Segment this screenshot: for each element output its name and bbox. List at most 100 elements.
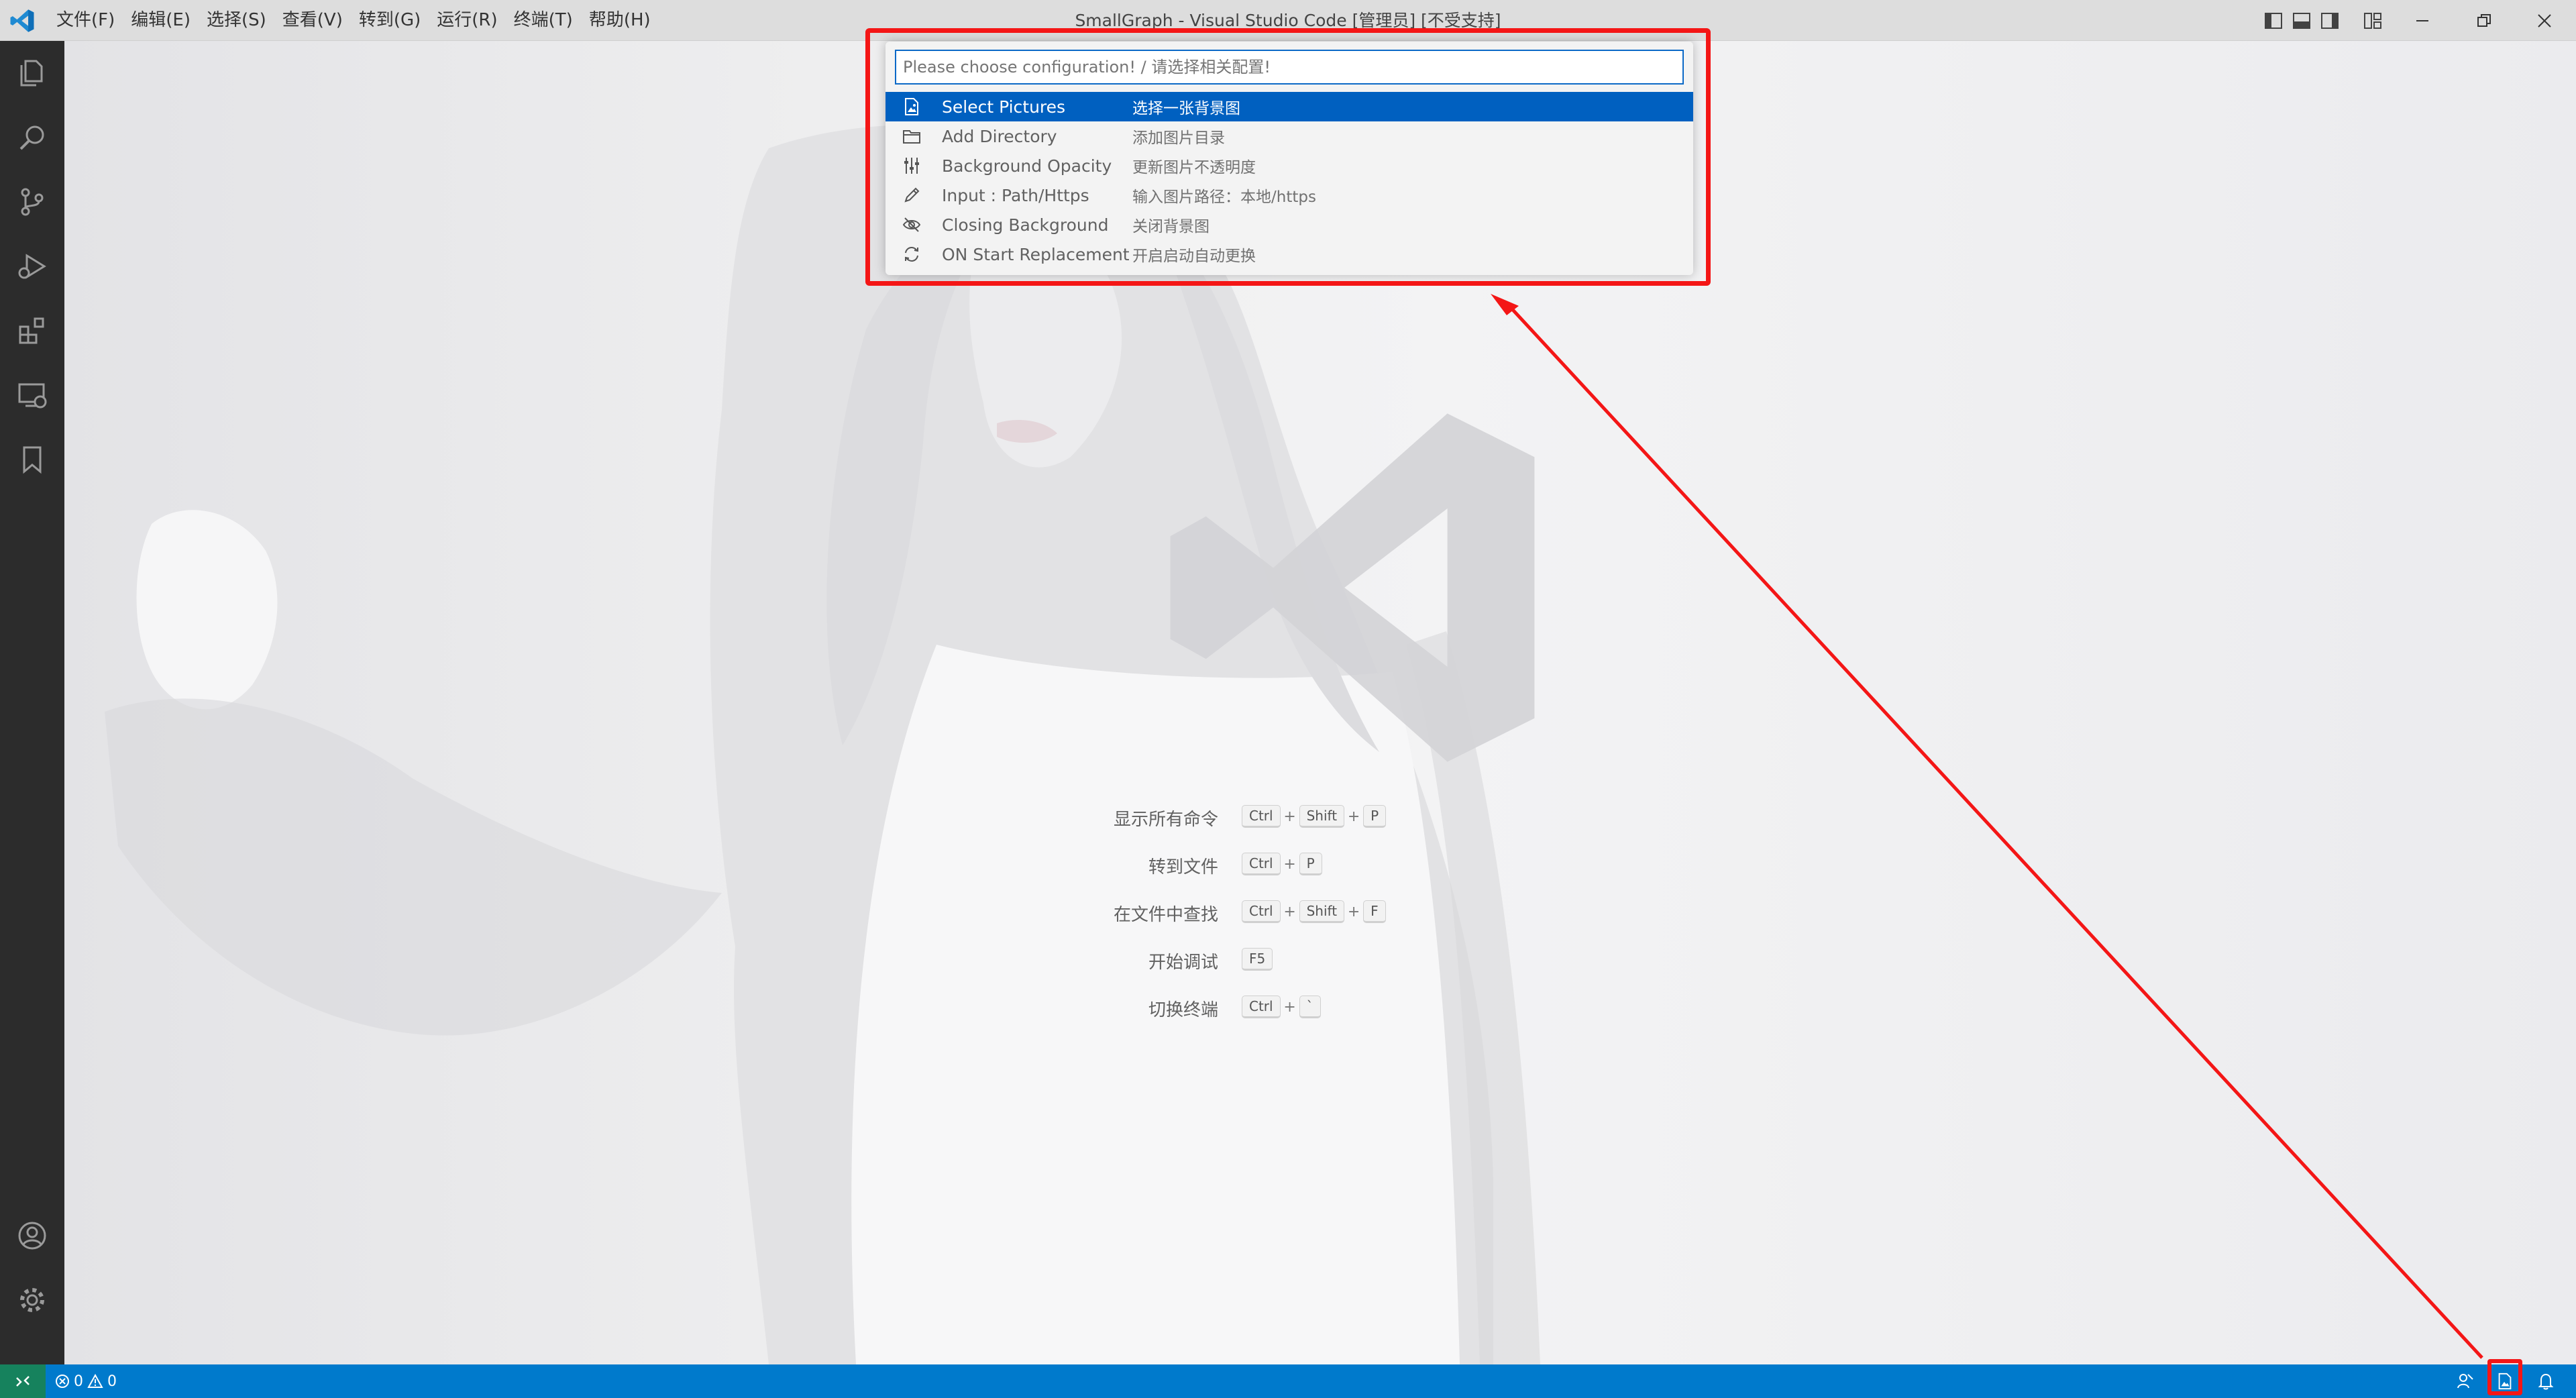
run-debug-icon xyxy=(18,254,46,279)
key-cap: P xyxy=(1299,853,1322,875)
source-control-icon xyxy=(21,188,44,216)
sidebar-right-icon xyxy=(2321,13,2339,29)
activity-source-control[interactable] xyxy=(0,170,64,234)
quick-pick-item-closing-background[interactable]: Closing Background 关闭背景图 xyxy=(885,210,1693,239)
keybinding: Ctrl + P xyxy=(1242,853,1322,875)
activity-search[interactable] xyxy=(0,105,64,170)
search-icon xyxy=(19,125,44,150)
image-file-icon xyxy=(905,98,918,115)
close-window-button[interactable] xyxy=(2508,0,2576,41)
key-cap: F5 xyxy=(1242,948,1273,971)
shortcut-go-to-file[interactable]: 转到文件 Ctrl + P xyxy=(970,847,1574,887)
quick-pick-item-description: 选择一张背景图 xyxy=(1132,100,1240,117)
quick-pick-item-label: Select Pictures xyxy=(942,97,1066,117)
bookmark-icon xyxy=(23,446,42,474)
sync-icon xyxy=(905,247,918,262)
quick-pick-item-description: 更新图片不透明度 xyxy=(1132,159,1256,176)
live-share-button[interactable] xyxy=(2451,1367,2479,1395)
warning-count: 0 xyxy=(107,1373,117,1390)
status-bar: 0 0 xyxy=(0,1364,2576,1398)
toggle-secondary-sidebar-button[interactable] xyxy=(2316,7,2344,35)
shortcut-show-all-commands[interactable]: 显示所有命令 Ctrl + Shift + P xyxy=(970,799,1574,839)
key-cap: P xyxy=(1363,805,1387,828)
feedback-icon xyxy=(2457,1374,2473,1389)
shortcut-label: 切换终端 xyxy=(1148,1000,1218,1020)
vscode-logo-icon[interactable] xyxy=(9,8,35,34)
remote-indicator-button[interactable] xyxy=(0,1364,46,1398)
activity-manage[interactable] xyxy=(0,1268,64,1332)
remote-icon xyxy=(16,1376,30,1387)
menu-help[interactable]: 帮助(H) xyxy=(581,0,659,41)
quick-pick-item-label: Background Opacity xyxy=(942,156,1112,176)
shortcut-label: 显示所有命令 xyxy=(1113,810,1218,830)
menu-selection[interactable]: 选择(S) xyxy=(199,0,274,41)
quick-pick-item-on-start-replacement[interactable]: ON Start Replacement 开启启动自动更换 xyxy=(885,239,1693,269)
activity-accounts[interactable] xyxy=(0,1203,64,1268)
menu-edit[interactable]: 编辑(E) xyxy=(123,0,199,41)
extensions-icon xyxy=(19,317,44,344)
restore-icon xyxy=(2477,13,2491,27)
account-icon xyxy=(18,1222,46,1250)
quick-pick-input[interactable] xyxy=(895,50,1684,85)
warning-icon xyxy=(87,1374,103,1388)
shortcut-label: 在文件中查找 xyxy=(1113,905,1218,925)
folder-icon xyxy=(903,130,920,144)
key-separator: + xyxy=(1283,808,1296,825)
key-cap: Ctrl xyxy=(1242,996,1281,1018)
shortcut-label: 开始调试 xyxy=(1148,953,1218,973)
gear-icon xyxy=(20,1288,44,1312)
key-separator: + xyxy=(1347,808,1360,825)
window-title: SmallGraph - Visual Studio Code [管理员] [不… xyxy=(1075,11,1501,30)
shortcut-toggle-terminal[interactable]: 切换终端 Ctrl + ` xyxy=(970,989,1574,1030)
activity-run-debug[interactable] xyxy=(0,234,64,299)
key-cap: ` xyxy=(1299,996,1321,1018)
menu-view[interactable]: 查看(V) xyxy=(274,0,351,41)
pencil-icon xyxy=(904,187,920,203)
minimize-icon xyxy=(2416,19,2428,21)
customize-layout-button[interactable] xyxy=(2359,7,2387,35)
title-bar: 文件(F) 编辑(E) 选择(S) 查看(V) 转到(G) 运行(R) 终端(T… xyxy=(0,0,2576,41)
activity-extensions[interactable] xyxy=(0,299,64,363)
toggle-panel-button[interactable] xyxy=(2288,7,2316,35)
problems-indicator[interactable]: 0 0 xyxy=(55,1364,117,1398)
activity-remote-explorer[interactable] xyxy=(0,363,64,427)
quick-pick-item-background-opacity[interactable]: Background Opacity 更新图片不透明度 xyxy=(885,151,1693,180)
menu-run[interactable]: 运行(R) xyxy=(429,0,505,41)
menu-file[interactable]: 文件(F) xyxy=(48,0,123,41)
quick-pick-item-select-pictures[interactable]: Select Pictures 选择一张背景图 xyxy=(885,92,1693,121)
shortcut-find-in-files[interactable]: 在文件中查找 Ctrl + Shift + F xyxy=(970,894,1574,934)
quick-pick-item-add-directory[interactable]: Add Directory 添加图片目录 xyxy=(885,121,1693,151)
toggle-primary-sidebar-button[interactable] xyxy=(2259,7,2288,35)
quick-pick-item-input-path[interactable]: Input : Path/Https 输入图片路径：本地/https xyxy=(885,180,1693,210)
quick-pick-item-label: Closing Background xyxy=(942,215,1109,235)
remote-explorer-icon xyxy=(18,383,47,409)
key-cap: Ctrl xyxy=(1242,900,1281,923)
keybinding: F5 xyxy=(1242,948,1273,971)
key-separator: + xyxy=(1347,903,1360,920)
close-icon xyxy=(2538,13,2551,28)
bell-icon xyxy=(2538,1373,2554,1390)
keybinding: Ctrl + Shift + F xyxy=(1242,900,1386,923)
menu-terminal[interactable]: 终端(T) xyxy=(506,0,581,41)
quick-pick-item-description: 关闭背景图 xyxy=(1132,218,1210,235)
key-cap: Shift xyxy=(1299,805,1345,828)
sliders-icon xyxy=(904,158,919,174)
activity-explorer[interactable] xyxy=(0,41,64,105)
key-cap: Ctrl xyxy=(1242,805,1281,828)
quick-pick-item-label: ON Start Replacement xyxy=(942,244,1130,264)
key-cap: F xyxy=(1363,900,1386,923)
image-file-icon xyxy=(2498,1373,2512,1390)
background-picture-status-button[interactable] xyxy=(2491,1367,2519,1395)
eye-closed-icon xyxy=(902,217,921,232)
shortcut-start-debugging[interactable]: 开始调试 F5 xyxy=(970,942,1574,982)
quick-pick-item-description: 输入图片路径：本地/https xyxy=(1132,189,1316,206)
activity-bookmarks[interactable] xyxy=(0,427,64,492)
quick-pick-item-description: 开启启动自动更换 xyxy=(1132,248,1256,265)
notifications-button[interactable] xyxy=(2532,1367,2560,1395)
error-icon xyxy=(56,1375,69,1388)
quick-pick-widget: Select Pictures 选择一张背景图 Add Directory 添加… xyxy=(885,42,1693,275)
menu-go[interactable]: 转到(G) xyxy=(351,0,429,41)
key-separator: + xyxy=(1283,998,1296,1016)
menu-bar: 文件(F) 编辑(E) 选择(S) 查看(V) 转到(G) 运行(R) 终端(T… xyxy=(48,0,659,41)
key-cap: Shift xyxy=(1299,900,1345,923)
